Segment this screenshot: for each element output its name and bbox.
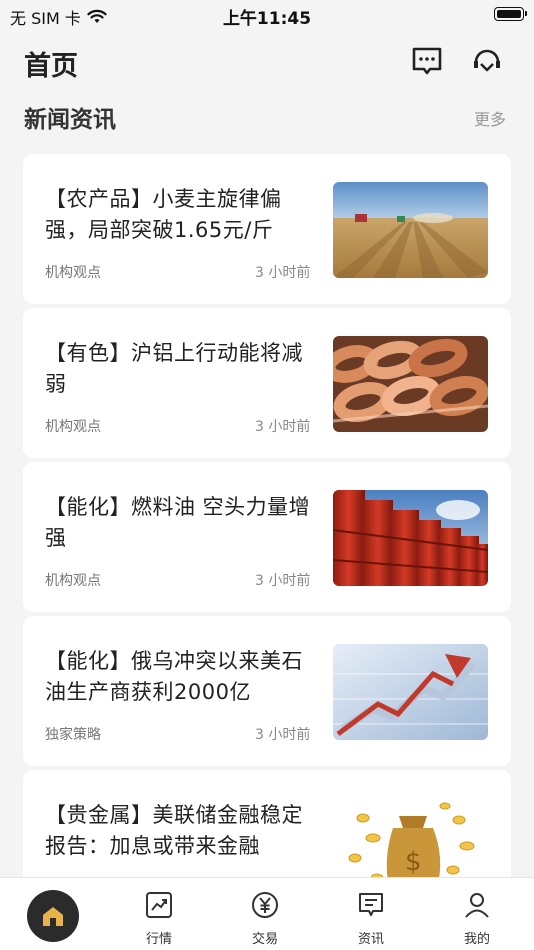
status-time: 上午11:45 bbox=[222, 9, 312, 29]
news-title: 【能化】燃料油 空头力量增强 bbox=[45, 495, 311, 550]
news-card[interactable]: 【能化】燃料油 空头力量增强 机构观点 3 小时前 bbox=[23, 462, 511, 612]
news-time: 3 小时前 bbox=[255, 573, 311, 589]
news-source: 机构观点 bbox=[45, 419, 101, 435]
home-button[interactable] bbox=[27, 890, 79, 942]
svg-text:$: $ bbox=[405, 847, 422, 877]
yuan-icon bbox=[252, 892, 278, 918]
news-time: 3 小时前 bbox=[255, 727, 311, 743]
news-card[interactable]: 【有色】沪铝上行动能将减弱 机构观点 3 小时前 bbox=[23, 308, 511, 458]
news-source: 机构观点 bbox=[45, 573, 101, 589]
tab-label: 我的 bbox=[463, 932, 490, 947]
user-icon bbox=[465, 893, 489, 918]
tab-label: 交易 bbox=[251, 932, 278, 947]
tab-trade[interactable]: 交易 bbox=[212, 878, 318, 950]
home-icon bbox=[43, 907, 63, 926]
chart-icon bbox=[146, 892, 172, 918]
battery-icon bbox=[494, 7, 527, 21]
tab-label: 行情 bbox=[145, 932, 172, 947]
header: 首页 bbox=[0, 40, 534, 84]
tab-mine[interactable]: 我的 bbox=[424, 878, 530, 950]
customer-service-button[interactable] bbox=[470, 44, 504, 78]
news-list: 【农产品】小麦主旋律偏强，局部突破1.65元/斤 机构观点 3 小时前 【有色】… bbox=[23, 154, 511, 924]
tab-news[interactable]: 资讯 bbox=[318, 878, 424, 950]
status-bar: 无 SIM 卡 上午11:45 bbox=[0, 0, 534, 30]
news-card[interactable]: 【农产品】小麦主旋律偏强，局部突破1.65元/斤 机构观点 3 小时前 bbox=[23, 154, 511, 304]
page-title: 首页 bbox=[24, 51, 78, 82]
news-section-header: 新闻资讯 更多 bbox=[0, 100, 534, 133]
message-button[interactable] bbox=[410, 44, 444, 78]
news-time: 3 小时前 bbox=[255, 265, 311, 281]
copper-coils-image bbox=[333, 336, 488, 432]
rising-arrow-chart-image bbox=[333, 644, 488, 740]
more-link[interactable]: 更多 bbox=[474, 106, 506, 130]
news-title: 【农产品】小麦主旋律偏强，局部突破1.65元/斤 bbox=[45, 187, 282, 242]
message-icon bbox=[412, 47, 442, 75]
wheat-field-image bbox=[333, 182, 488, 278]
headset-icon bbox=[474, 49, 500, 72]
tab-market[interactable]: 行情 bbox=[106, 878, 212, 950]
news-card[interactable]: 【能化】俄乌冲突以来美石油生产商获利2000亿 独家策略 3 小时前 bbox=[23, 616, 511, 766]
section-title: 新闻资讯 bbox=[24, 107, 116, 133]
news-source: 机构观点 bbox=[45, 265, 101, 281]
news-title: 【能化】俄乌冲突以来美石油生产商获利2000亿 bbox=[45, 649, 303, 704]
tab-bar: 行情 交易 资讯 我的 bbox=[0, 877, 534, 950]
tab-home[interactable] bbox=[0, 878, 106, 950]
tab-label: 资讯 bbox=[357, 932, 384, 947]
news-source: 独家策略 bbox=[45, 727, 101, 743]
news-icon bbox=[359, 893, 383, 916]
news-title: 【有色】沪铝上行动能将减弱 bbox=[45, 341, 303, 396]
news-title: 【贵金属】美联储金融稳定报告：加息或带来金融 bbox=[45, 803, 303, 858]
news-time: 3 小时前 bbox=[255, 419, 311, 435]
oil-barrels-image bbox=[333, 490, 488, 586]
